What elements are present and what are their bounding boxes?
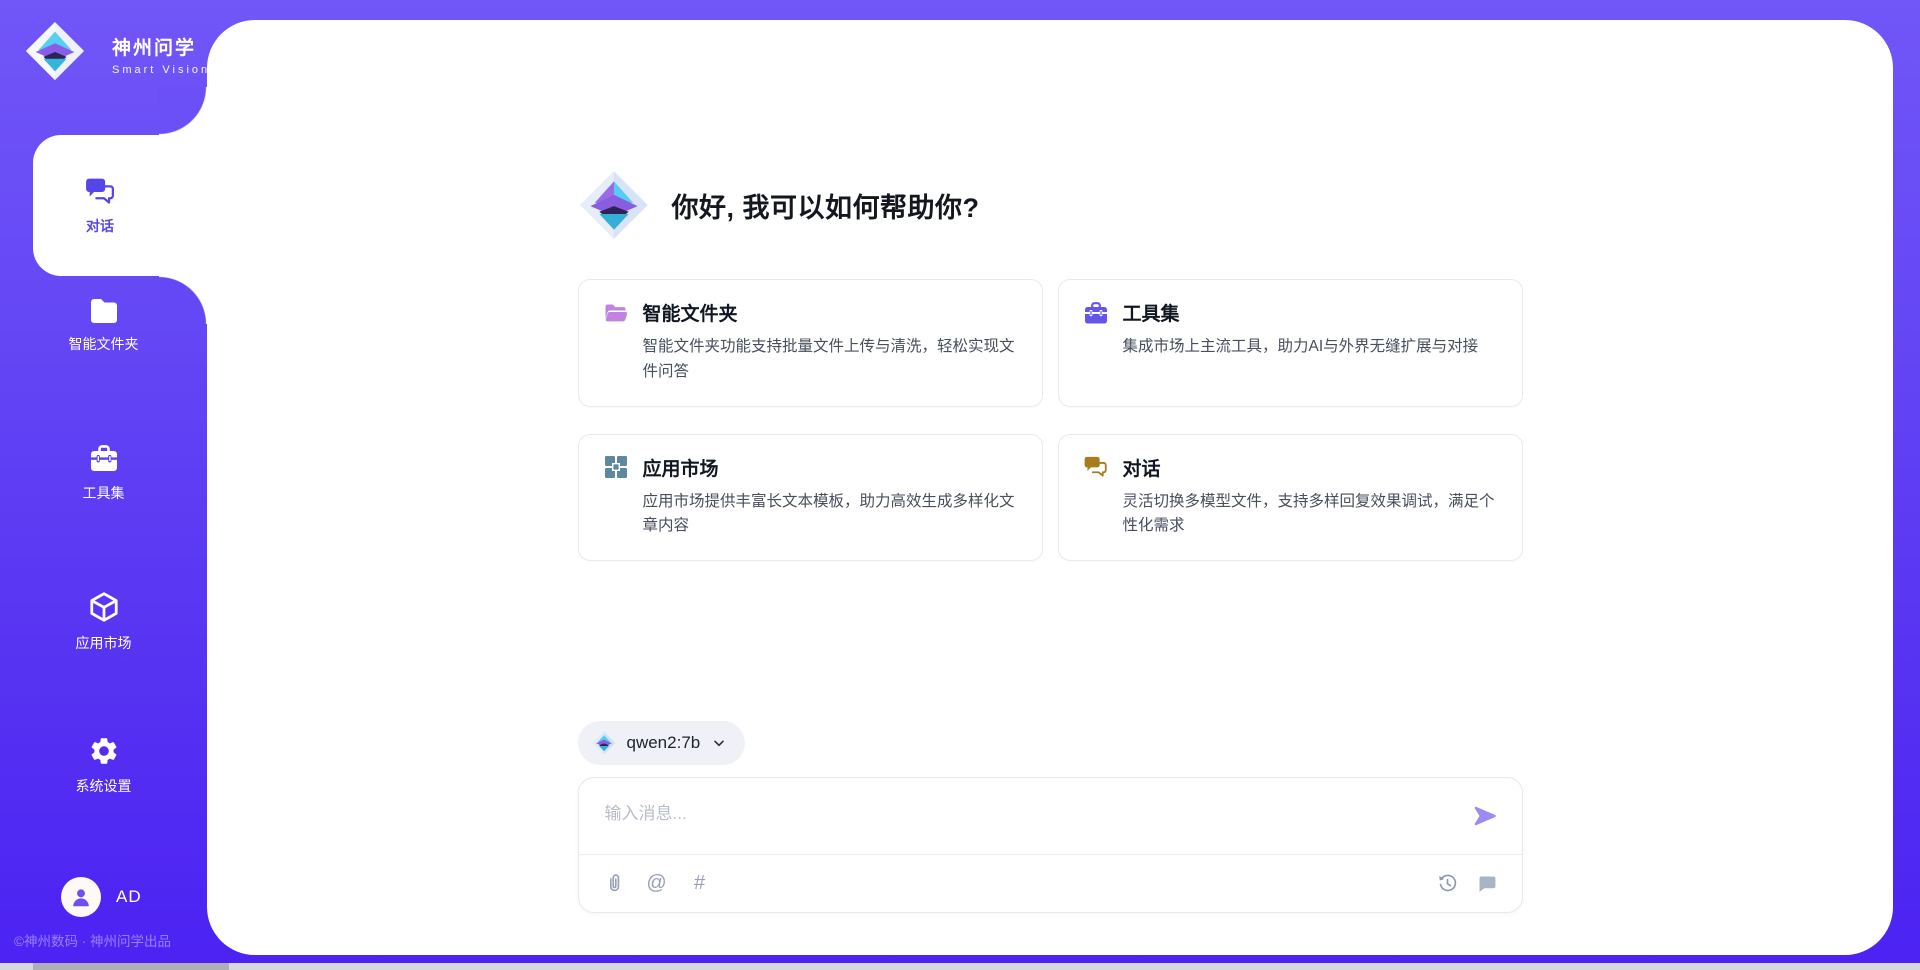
card-title: 智能文件夹 — [643, 299, 738, 326]
toolbox-icon — [1083, 300, 1109, 326]
sidebar-item-toolset[interactable]: 工具集 — [0, 444, 207, 503]
card-description: 智能文件夹功能支持批量文件上传与清洗，轻松实现文件问答 — [643, 335, 1018, 385]
mention-button[interactable]: @ — [646, 872, 668, 894]
scrollbar-thumb[interactable] — [33, 963, 229, 970]
sidebar-item-label: 智能文件夹 — [69, 334, 139, 354]
user-initials: AD — [116, 887, 142, 907]
sidebar-item-settings[interactable]: 系统设置 — [0, 735, 207, 796]
sidebar-item-label: 系统设置 — [76, 776, 132, 796]
main-panel: 你好, 我可以如何帮助你? 智能文件夹 智能文件夹功能支持批量文件上传与清洗，轻… — [207, 20, 1893, 955]
sidebar-item-smart-folder[interactable]: 智能文件夹 — [0, 297, 207, 354]
page-title: 你好, 我可以如何帮助你? — [672, 186, 980, 225]
topic-button[interactable]: # — [689, 872, 711, 894]
send-button[interactable] — [1472, 803, 1498, 829]
user-account[interactable]: AD — [61, 877, 142, 917]
model-logo-icon — [592, 731, 616, 755]
card-app-market[interactable]: 应用市场 应用市场提供丰富长文本模板，助力高效生成多样化文章内容 — [578, 434, 1043, 562]
chat-bubble-icon — [1476, 873, 1497, 894]
history-button[interactable] — [1437, 872, 1459, 894]
horizontal-scrollbar[interactable] — [0, 963, 1920, 970]
model-selector[interactable]: qwen2:7b — [578, 721, 746, 765]
greeting: 你好, 我可以如何帮助你? — [578, 168, 1523, 242]
attach-button[interactable] — [603, 872, 625, 894]
assistant-logo-icon — [578, 169, 650, 241]
sidebar-item-label: 工具集 — [83, 483, 125, 503]
hash-icon: # — [694, 873, 705, 893]
sidebar-item-chat[interactable]: 对话 — [33, 135, 207, 276]
composer-toolbar: @ # — [579, 855, 1522, 912]
cube-icon — [87, 590, 121, 624]
brand-text: 神州问学 Smart Vision — [112, 33, 210, 76]
card-description: 应用市场提供丰富长文本模板，助力高效生成多样化文章内容 — [643, 490, 1018, 540]
chevron-down-icon — [711, 735, 727, 751]
gear-icon — [88, 735, 120, 767]
person-icon — [68, 884, 94, 910]
model-label: qwen2:7b — [627, 733, 701, 753]
feedback-button[interactable] — [1476, 872, 1498, 894]
card-smart-folder[interactable]: 智能文件夹 智能文件夹功能支持批量文件上传与清洗，轻松实现文件问答 — [578, 279, 1043, 407]
tab-fillet-top — [159, 87, 207, 135]
card-title: 工具集 — [1123, 299, 1180, 326]
card-chat[interactable]: 对话 灵活切换多模型文件，支持多样回复效果调试，满足个性化需求 — [1058, 434, 1523, 562]
brand-subtitle: Smart Vision — [112, 64, 210, 76]
sidebar-item-app-market[interactable]: 应用市场 — [0, 590, 207, 653]
footer-credit: ©神州数码 · 神州问学出品 — [14, 930, 171, 950]
chat-bubbles-icon — [84, 176, 117, 207]
at-icon: @ — [646, 873, 666, 893]
history-clock-icon — [1437, 873, 1458, 894]
composer: @ # — [578, 777, 1523, 913]
chat-bubbles-icon — [1083, 454, 1109, 480]
card-toolset[interactable]: 工具集 集成市场上主流工具，助力AI与外界无缝扩展与对接 — [1058, 279, 1523, 407]
brand-name: 神州问学 — [112, 33, 210, 60]
card-title: 对话 — [1123, 454, 1161, 481]
grid-icon — [603, 454, 629, 480]
paperclip-icon — [604, 872, 624, 894]
brand-logo-icon — [24, 20, 86, 82]
folder-icon — [88, 297, 120, 325]
card-description: 集成市场上主流工具，助力AI与外界无缝扩展与对接 — [1123, 335, 1498, 360]
folder-open-icon — [603, 300, 629, 326]
message-input[interactable] — [579, 778, 1522, 855]
feature-cards: 智能文件夹 智能文件夹功能支持批量文件上传与清洗，轻松实现文件问答 — [578, 279, 1523, 561]
card-description: 灵活切换多模型文件，支持多样回复效果调试，满足个性化需求 — [1123, 490, 1498, 540]
card-title: 应用市场 — [643, 454, 719, 481]
sidebar-item-label: 对话 — [86, 216, 114, 236]
avatar[interactable] — [61, 877, 101, 917]
toolbox-icon — [88, 444, 120, 474]
sidebar-item-label: 应用市场 — [76, 633, 132, 653]
